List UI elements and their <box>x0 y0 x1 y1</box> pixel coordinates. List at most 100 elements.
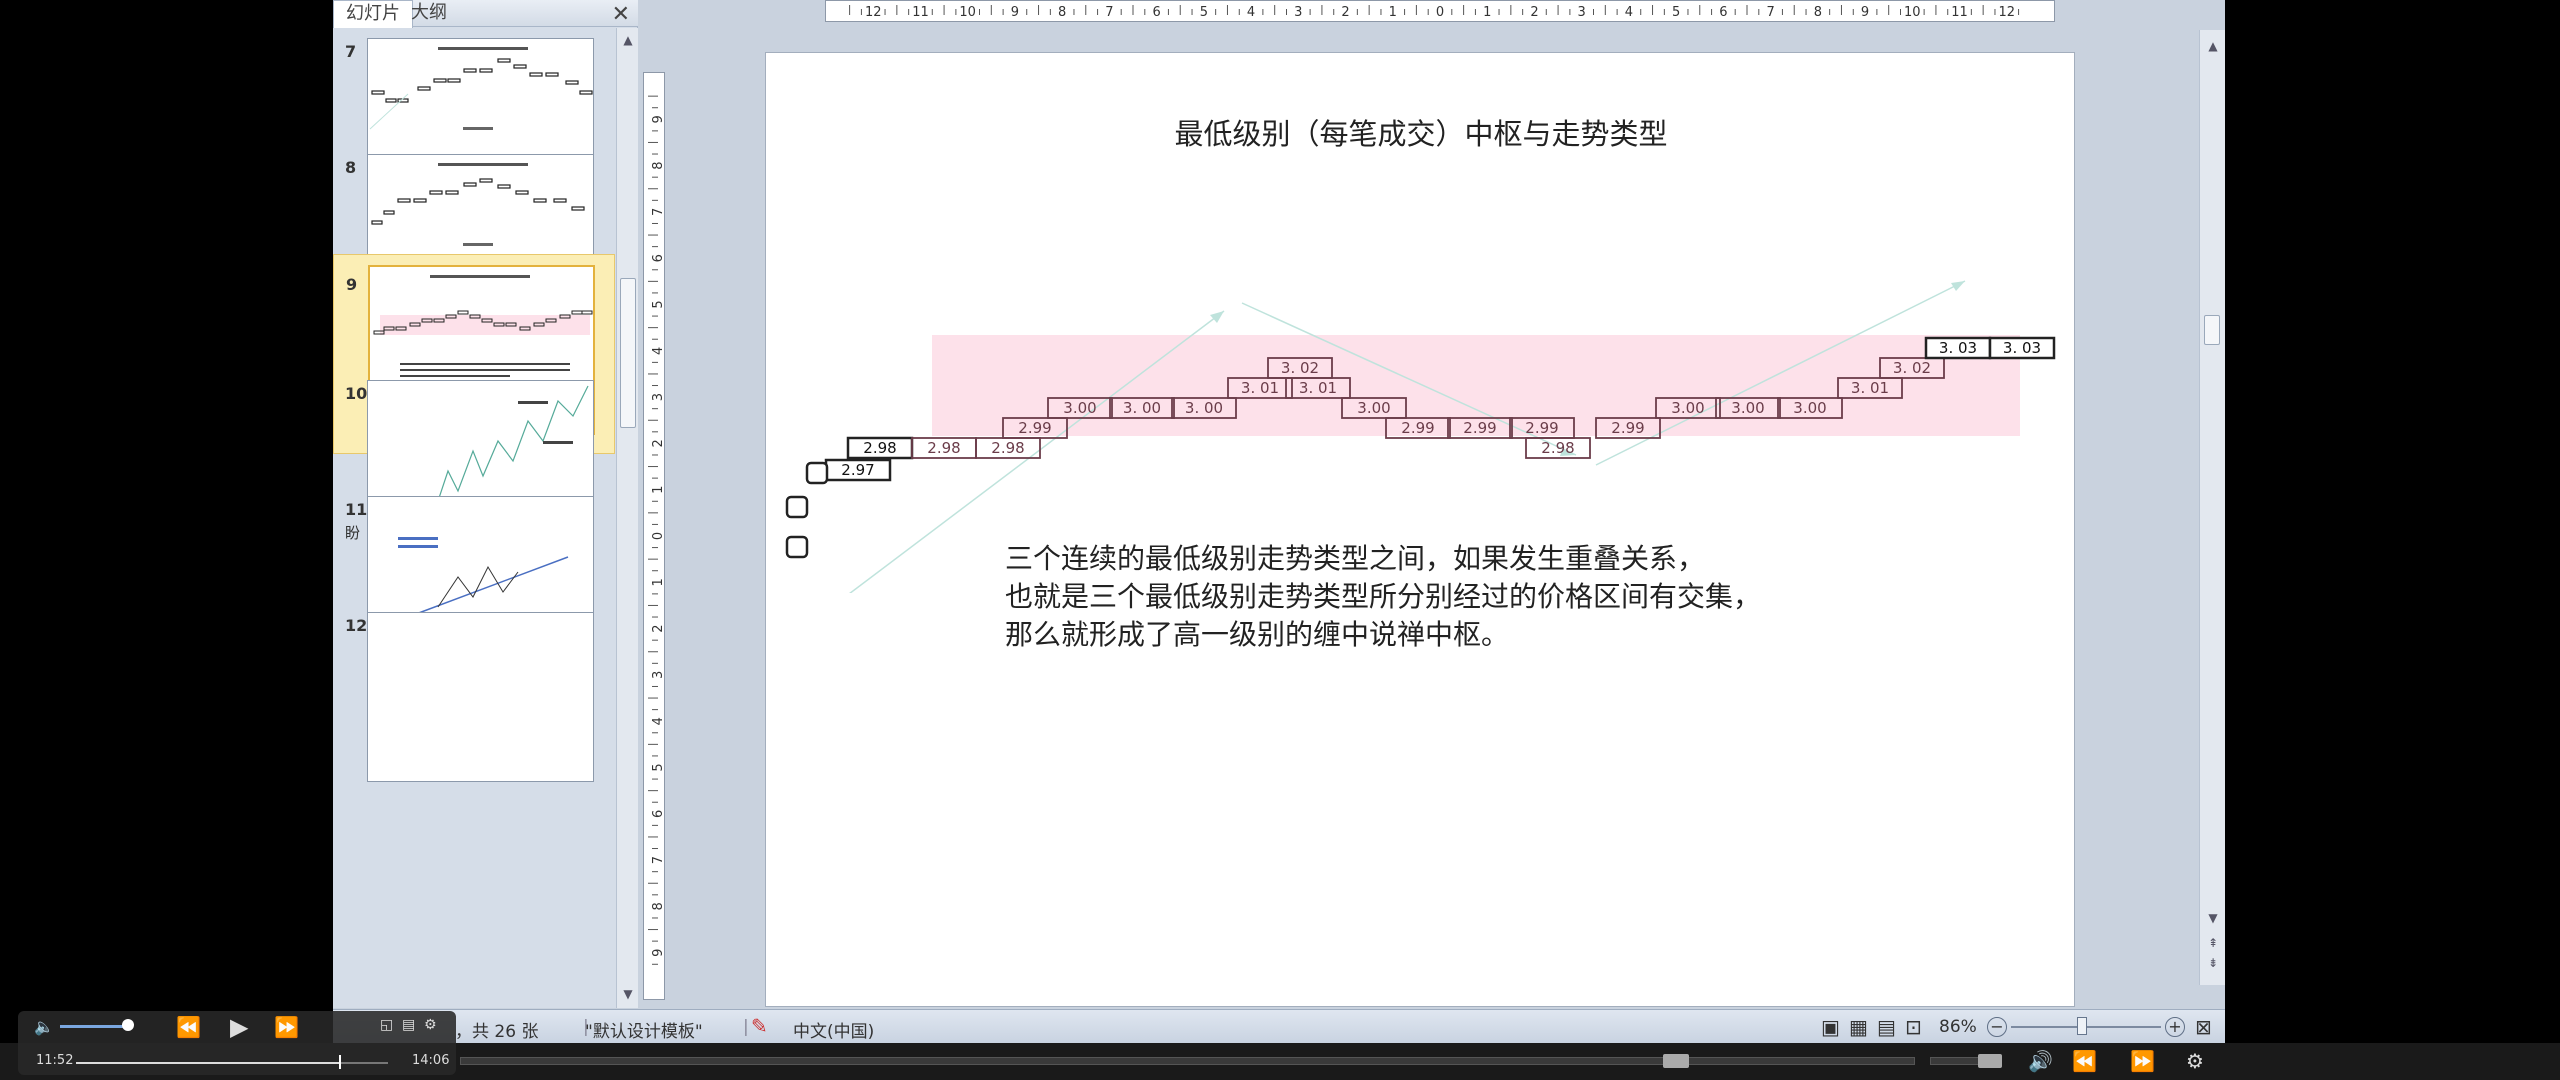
body-line-1: 三个连续的最低级别走势类型之间，如果发生重叠关系， <box>1005 542 1706 575</box>
slide-count: ，共 26 张 <box>455 1022 539 1042</box>
current-time: 11:52 <box>36 1053 74 1068</box>
settings-icon[interactable]: ⚙ <box>424 1017 437 1033</box>
rewind-icon[interactable]: ⏪ <box>176 1015 201 1039</box>
scroll-up-icon[interactable]: ▲ <box>620 32 636 48</box>
ruler-tick-label: 6 <box>1152 5 1160 20</box>
settings-icon[interactable]: ⚙ <box>2186 1049 2204 1073</box>
empty-box <box>785 535 809 559</box>
slide-note-marker: 盼 <box>345 524 361 542</box>
empty-box <box>805 461 829 485</box>
price-box-label: 3. 01 <box>1241 379 1279 397</box>
volume-slider[interactable] <box>60 1025 124 1028</box>
slide-number: 12 <box>345 616 368 635</box>
price-box-label: 3. 03 <box>2003 339 2041 357</box>
ruler-tick-label: 2 <box>651 624 664 632</box>
play-icon[interactable]: ▶ <box>230 1013 248 1041</box>
ruler-tick-label: 4 <box>1247 5 1255 20</box>
playback-progress-fill <box>76 1062 339 1064</box>
volume-icon[interactable]: 🔊 <box>2028 1049 2053 1073</box>
price-box-label: 2.98 <box>863 439 896 457</box>
ruler-tick-label: 3 <box>651 393 664 401</box>
ruler-tick-label: 6 <box>651 254 664 262</box>
body-line-3: 那么就形成了高一级别的缠中说禅中枢。 <box>1005 618 1510 651</box>
ruler-tick-label: 8 <box>651 161 664 169</box>
empty-box-group <box>785 461 829 559</box>
slide-thumbnail-12[interactable]: 12 <box>333 602 615 790</box>
seek-thumb[interactable] <box>1663 1054 1689 1068</box>
scroll-up-icon[interactable]: ▲ <box>2205 38 2221 54</box>
powerpoint-window: 幻灯片 大纲 ✕ 7 8 9 10 11 盼 12 ▲ ▼ 12 11 10 9… <box>333 0 2225 1080</box>
price-box-label: 3. 00 <box>1185 399 1223 417</box>
ruler-tick-label: 2 <box>1341 5 1349 20</box>
ruler-tick-label: 10 <box>1904 5 1921 20</box>
fast-forward-icon[interactable]: ⏩ <box>274 1015 299 1039</box>
total-time: 14:06 <box>412 1053 450 1068</box>
normal-view-icon[interactable]: ▣ <box>1821 1015 1840 1039</box>
ruler-tick-label: 7 <box>651 856 664 864</box>
ruler-tick-label: 1 <box>651 578 664 586</box>
fit-to-window-icon[interactable]: ⊠ <box>2195 1015 2212 1039</box>
ruler-tick-label: 9 <box>651 115 664 123</box>
ruler-tick-label: 2 <box>651 439 664 447</box>
fast-forward-icon[interactable]: ⏩ <box>2130 1049 2155 1073</box>
ruler-tick-label: 7 <box>1766 5 1774 20</box>
next-slide-icon[interactable]: ⇟ <box>2205 955 2221 971</box>
playback-position-marker[interactable] <box>338 1055 341 1069</box>
ruler-tick-label: 11 <box>912 5 929 20</box>
price-box-label: 3. 01 <box>1851 379 1889 397</box>
pane-tabs: 幻灯片 大纲 ✕ <box>333 0 638 28</box>
ruler-tick-label: 8 <box>651 902 664 910</box>
language-indicator[interactable]: 中文(中国) <box>793 1017 874 1042</box>
price-box-label: 2.99 <box>1525 419 1558 437</box>
slide-number: 8 <box>345 158 357 177</box>
rewind-icon[interactable]: ⏪ <box>2072 1049 2097 1073</box>
price-box-label: 2.99 <box>1463 419 1496 437</box>
zoom-out-icon[interactable]: − <box>1987 1017 2007 1037</box>
previous-slide-icon[interactable]: ⇞ <box>2205 935 2221 951</box>
editor-scrollbar[interactable]: ▲ ▼ ⇞ ⇟ <box>2199 30 2225 985</box>
ruler-tick-label: 4 <box>1625 5 1633 20</box>
slideshow-icon[interactable]: ⊡ <box>1905 1015 1922 1039</box>
scrollbar-thumb[interactable] <box>2204 315 2220 345</box>
reading-view-icon[interactable]: ▤ <box>1877 1015 1896 1039</box>
ruler-tick-label: 10 <box>959 5 976 20</box>
price-box-label: 2.98 <box>927 439 960 457</box>
zoom-level[interactable]: 86% <box>1939 1017 1977 1037</box>
slide-preview <box>367 612 594 782</box>
spellcheck-icon[interactable]: ✎ <box>751 1014 768 1038</box>
price-box-label: 3.00 <box>1793 399 1826 417</box>
ruler-tick-label: 3 <box>1578 5 1586 20</box>
ruler-tick-label: 6 <box>651 810 664 818</box>
ruler-tick-label: 4 <box>651 717 664 725</box>
media-controls-overlay: 🔈 ⏪ ▶ ⏩ ◱ ▤ ⚙ 11:52 14:06 <box>18 1011 456 1075</box>
price-box-label: 2.99 <box>1611 419 1644 437</box>
volume-slider-thumb[interactable] <box>122 1019 134 1031</box>
volume-icon[interactable]: 🔈 <box>34 1017 54 1036</box>
tab-outline[interactable]: 大纲 <box>399 0 459 27</box>
zoom-in-icon[interactable]: + <box>2165 1017 2185 1037</box>
pip-icon[interactable]: ◱ <box>380 1017 393 1033</box>
close-icon[interactable]: ✕ <box>612 2 630 27</box>
scroll-down-icon[interactable]: ▼ <box>620 986 636 1002</box>
zhongshu-diagram[interactable]: 2.972.98 2.98 2.982.993.00 3. 00 3. 003. 013… <box>766 53 2076 593</box>
body-line-2: 也就是三个最低级别走势类型所分别经过的价格区间有交集， <box>1005 580 1762 613</box>
ruler-tick-label: 0 <box>651 532 664 540</box>
slide-canvas[interactable]: 最低级别（每笔成交）中枢与走势类型 2.97 2.98 2.98 2.98 2.99 3.… <box>765 52 2075 1007</box>
pane-scrollbar[interactable]: ▲ ▼ <box>616 28 638 1008</box>
playback-progress-track[interactable] <box>76 1062 388 1064</box>
empty-box <box>785 495 809 519</box>
slide-sorter-icon[interactable]: ▦ <box>1849 1015 1868 1039</box>
theme-name[interactable]: "默认设计模板" <box>585 1017 703 1042</box>
playlist-icon[interactable]: ▤ <box>402 1017 415 1033</box>
slide-number: 9 <box>346 275 358 294</box>
ruler-tick-label: 3 <box>651 671 664 679</box>
zoom-slider-thumb[interactable] <box>2077 1017 2087 1035</box>
scrollbar-thumb[interactable] <box>620 278 636 428</box>
ruler-tick-label: 0 <box>1436 5 1444 20</box>
slide-body-text[interactable]: 三个连续的最低级别走势类型之间，如果发生重叠关系， 也就是三个最低级别走势类型所… <box>1005 540 1761 654</box>
ruler-tick-label: 5 <box>1672 5 1680 20</box>
ruler-tick-label: 5 <box>1200 5 1208 20</box>
scroll-down-icon[interactable]: ▼ <box>2205 910 2221 926</box>
volume-thumb[interactable] <box>1978 1054 2002 1068</box>
seek-bar[interactable] <box>460 1057 1915 1065</box>
